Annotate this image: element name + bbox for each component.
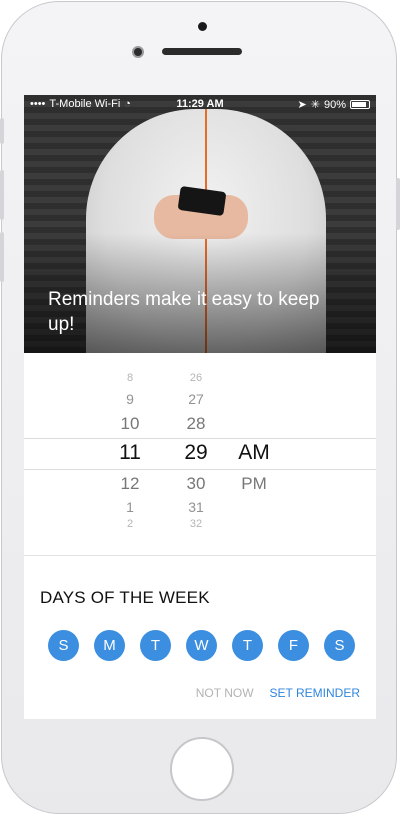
- status-right: ➤ ✳ 90%: [298, 98, 370, 111]
- bluetooth-icon: ✳: [310, 99, 320, 111]
- day-button-monday[interactable]: M: [94, 630, 125, 661]
- power-button: [396, 178, 400, 230]
- mute-switch: [0, 118, 4, 144]
- set-reminder-button[interactable]: SET REMINDER: [270, 686, 360, 700]
- hour-option[interactable]: 8: [100, 372, 160, 384]
- minute-option[interactable]: 31: [166, 499, 226, 515]
- minute-option[interactable]: 32: [166, 518, 226, 530]
- hour-option[interactable]: 2: [100, 518, 160, 530]
- time-picker[interactable]: 8 9 10 11 12 1 2 26 27 28 29 30 31 32 AM…: [24, 353, 376, 556]
- dialog-actions: NOT NOW SET REMINDER: [196, 686, 360, 700]
- minute-option[interactable]: 26: [166, 372, 226, 384]
- hour-option[interactable]: 12: [100, 474, 160, 494]
- picker-divider: [24, 555, 376, 556]
- day-button-friday[interactable]: F: [278, 630, 309, 661]
- status-bar: •••• T-Mobile Wi-Fi ◔ 11:29 AM ➤ ✳ 90%: [24, 95, 376, 115]
- hero-title: Reminders make it easy to keep up!: [48, 289, 320, 335]
- volume-down-button: [0, 232, 4, 282]
- day-button-saturday[interactable]: S: [324, 630, 355, 661]
- period-selected[interactable]: AM: [224, 441, 284, 465]
- battery-percent: 90%: [323, 98, 346, 111]
- days-of-week-title: DAYS OF THE WEEK: [40, 588, 210, 607]
- proximity-sensor: [198, 22, 207, 31]
- earpiece-speaker: [162, 48, 242, 55]
- hero-image: Reminders make it easy to keep up!: [24, 95, 376, 353]
- days-of-week-selector: S M T W T F S: [48, 630, 355, 661]
- not-now-button[interactable]: NOT NOW: [196, 686, 254, 700]
- day-button-wednesday[interactable]: W: [186, 630, 217, 661]
- hour-selected[interactable]: 11: [100, 441, 160, 465]
- front-camera-icon: [132, 46, 144, 58]
- minute-selected[interactable]: 29: [166, 441, 226, 465]
- day-button-tuesday[interactable]: T: [140, 630, 171, 661]
- minute-option[interactable]: 27: [166, 391, 226, 407]
- battery-icon: [350, 100, 370, 109]
- hour-option[interactable]: 1: [100, 499, 160, 515]
- volume-up-button: [0, 170, 4, 220]
- day-button-thursday[interactable]: T: [232, 630, 263, 661]
- home-button[interactable]: [170, 737, 234, 801]
- minute-option[interactable]: 30: [166, 474, 226, 494]
- hour-option[interactable]: 9: [100, 391, 160, 407]
- period-option[interactable]: PM: [224, 474, 284, 494]
- minute-option[interactable]: 28: [166, 414, 226, 434]
- location-icon: ➤: [297, 99, 307, 111]
- day-button-sunday[interactable]: S: [48, 630, 79, 661]
- hour-option[interactable]: 10: [100, 414, 160, 434]
- app-screen: Reminders make it easy to keep up! •••• …: [24, 95, 376, 719]
